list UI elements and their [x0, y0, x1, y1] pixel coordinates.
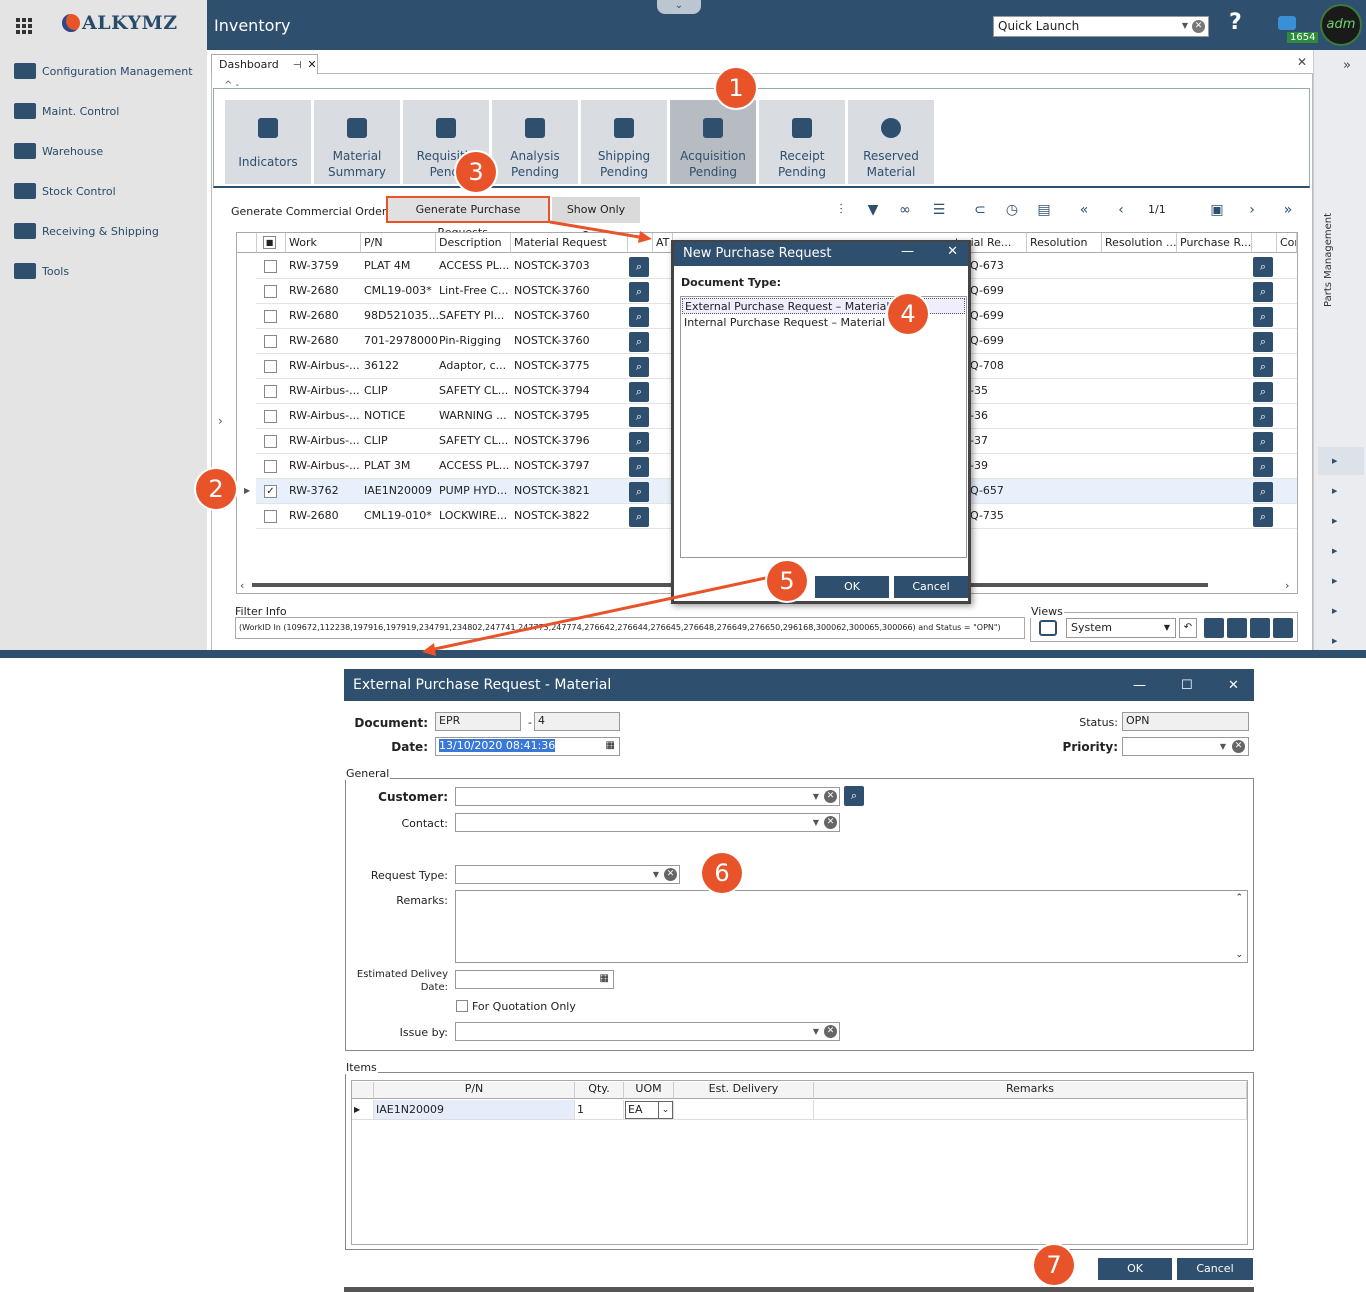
- step-marker-3: 3: [456, 152, 496, 192]
- arrow-3-to-dialog: [549, 220, 646, 240]
- step-marker-6: 6: [702, 853, 742, 893]
- arrowhead: [422, 643, 436, 656]
- annotation-arrows: [422, 220, 776, 656]
- arrow-5-to-epr: [429, 574, 776, 652]
- step-marker-1: 1: [716, 68, 756, 108]
- step-marker-7: 7: [1034, 1245, 1074, 1285]
- step-marker-4: 4: [888, 294, 928, 334]
- step-marker-5: 5: [767, 561, 807, 601]
- arrowhead: [638, 231, 652, 243]
- step-marker-2: 2: [196, 469, 236, 509]
